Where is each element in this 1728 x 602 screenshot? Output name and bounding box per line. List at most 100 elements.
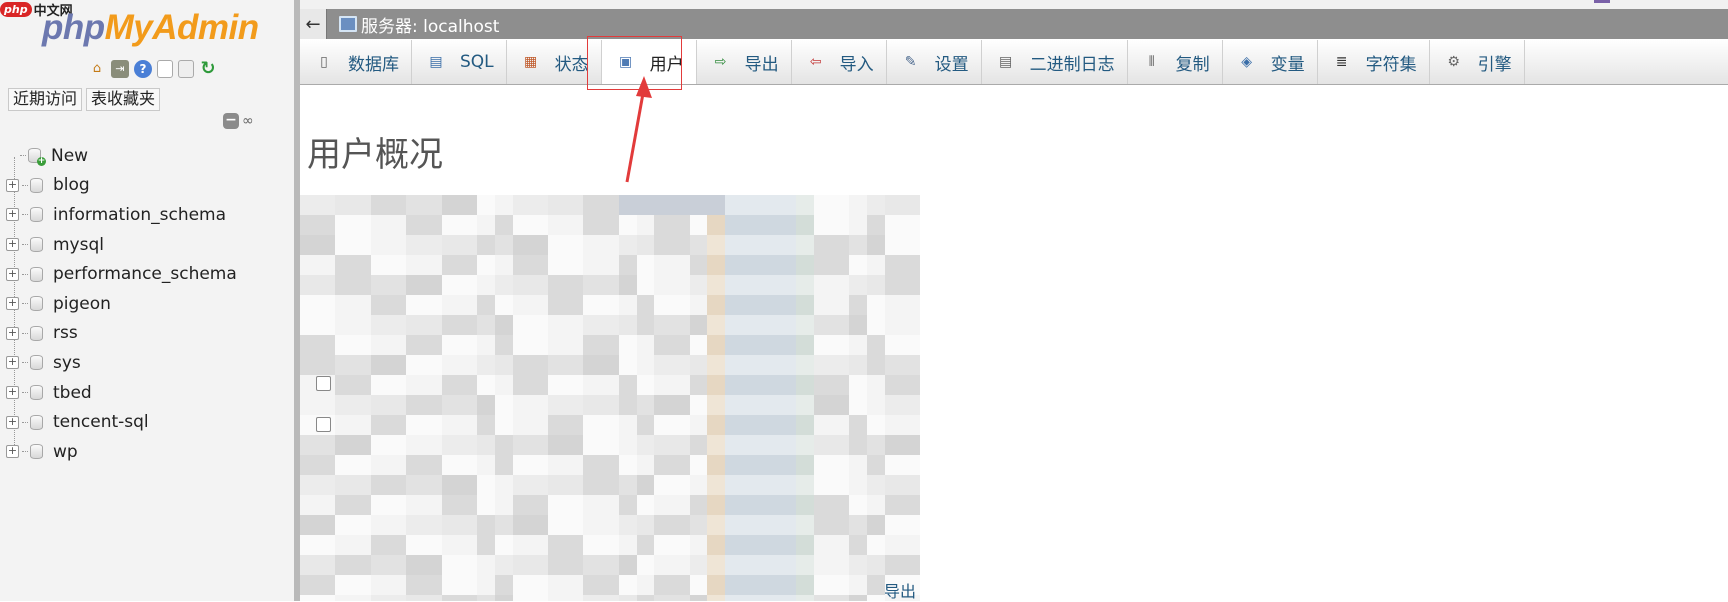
tree-item-performance-schema[interactable]: + performance_schema — [6, 259, 292, 289]
tree-item-sys[interactable]: + sys — [6, 348, 292, 378]
redacted-cell — [547, 435, 584, 455]
expand-icon[interactable]: + — [6, 297, 19, 311]
redacted-cell — [636, 195, 655, 215]
help-icon[interactable]: ? — [134, 60, 152, 78]
expand-icon[interactable]: + — [6, 415, 19, 429]
tab-status[interactable]: ▦ 状态 — [507, 40, 602, 84]
tab-databases[interactable]: ▯ 数据库 — [300, 40, 412, 84]
watermark-brand: php — [0, 1, 32, 17]
redacted-cell — [335, 315, 371, 335]
home-icon[interactable]: ⌂ — [88, 60, 106, 78]
database-icon — [30, 177, 43, 193]
tab-binlog[interactable]: ▤ 二进制日志 — [982, 40, 1128, 84]
tree-item-label[interactable]: tencent-sql — [53, 412, 149, 432]
redacted-cell — [477, 315, 495, 335]
users-icon: ▣ — [619, 54, 633, 70]
export-link-partial[interactable]: 导出 — [884, 578, 916, 602]
server-icon — [339, 16, 357, 32]
expand-icon[interactable]: + — [6, 267, 19, 281]
tab-charset[interactable]: ≣ 字符集 — [1318, 40, 1430, 84]
collapse-all-icon[interactable]: − — [223, 113, 239, 129]
tree-item-wp[interactable]: + wp — [6, 437, 292, 467]
tab-variables[interactable]: ◈ 变量 — [1223, 40, 1318, 84]
redacted-cell — [760, 415, 779, 435]
redacted-cell — [725, 215, 761, 235]
tree-item-tencent-sql[interactable]: + tencent-sql — [6, 407, 292, 437]
expand-icon[interactable]: + — [6, 445, 19, 459]
tab-import[interactable]: ⇦ 导入 — [792, 40, 887, 84]
redacted-cell — [494, 515, 513, 535]
favorite-tables-button[interactable]: 表收藏夹 — [86, 88, 161, 111]
redacted-cell — [884, 335, 920, 355]
tab-replication[interactable]: ⫴ 复制 — [1128, 40, 1223, 84]
docs-icon[interactable] — [157, 60, 173, 78]
tree-item-tbed[interactable]: + tbed — [6, 378, 292, 408]
redacted-cell — [406, 495, 442, 515]
redacted-cell — [441, 355, 478, 375]
phpmyadmin-logo[interactable]: phpMyAdmin — [42, 8, 259, 48]
expand-icon[interactable]: + — [6, 326, 19, 340]
tree-item-mysql[interactable]: + mysql — [6, 230, 292, 260]
redacted-cell — [512, 215, 548, 235]
redacted-cell — [795, 435, 814, 455]
redacted-cell — [335, 575, 371, 595]
tree-item-label[interactable]: rss — [53, 323, 78, 343]
row-checkbox[interactable] — [316, 417, 331, 432]
redacted-cell — [406, 415, 442, 435]
expand-icon[interactable]: + — [6, 356, 19, 370]
tree-item-information-schema[interactable]: + information_schema — [6, 200, 292, 230]
tab-sql[interactable]: ▤ SQL — [412, 40, 507, 84]
tab-settings[interactable]: ✎ 设置 — [887, 40, 982, 84]
redacted-cell — [725, 575, 761, 595]
expand-icon[interactable]: + — [6, 208, 19, 222]
expand-icon[interactable]: + — [6, 386, 19, 400]
redacted-cell — [884, 475, 920, 495]
tree-item-label[interactable]: wp — [53, 442, 78, 462]
redacted-cell — [406, 515, 442, 535]
redacted-cell — [477, 275, 495, 295]
expand-icon[interactable]: + — [6, 238, 19, 252]
exit-icon[interactable]: ⇥ — [111, 60, 129, 78]
redacted-cell — [707, 455, 726, 475]
tree-item-rss[interactable]: + rss — [6, 319, 292, 349]
tab-export[interactable]: ⇨ 导出 — [697, 40, 792, 84]
tree-item-label[interactable]: blog — [53, 175, 90, 195]
redacted-cell — [866, 495, 885, 515]
tree-item-label[interactable]: sys — [53, 353, 81, 373]
redacted-cell — [866, 215, 885, 235]
redacted-cell — [335, 435, 371, 455]
redacted-cell — [654, 435, 690, 455]
tree-item-new[interactable]: New — [6, 141, 292, 171]
tree-item-label[interactable]: tbed — [53, 383, 92, 403]
redacted-cell — [441, 375, 478, 395]
redacted-cell — [547, 215, 584, 235]
redacted-cell — [778, 575, 796, 595]
expand-icon[interactable]: + — [6, 178, 19, 192]
redacted-cell — [636, 455, 655, 475]
tree-item-blog[interactable]: + blog — [6, 171, 292, 201]
redacted-cell — [760, 455, 779, 475]
redacted-cell — [725, 455, 761, 475]
redacted-cell — [725, 335, 761, 355]
link-with-main-icon[interactable]: ∞ — [242, 113, 254, 129]
redacted-cell — [778, 295, 796, 315]
tree-item-pigeon[interactable]: + pigeon — [6, 289, 292, 319]
redacted-cell — [795, 335, 814, 355]
tree-item-label[interactable]: mysql — [53, 235, 104, 255]
reload-icon[interactable]: ↻ — [199, 60, 217, 78]
row-checkbox[interactable] — [316, 376, 331, 391]
tab-engines[interactable]: ⚙ 引擎 — [1430, 40, 1525, 84]
back-arrow-icon[interactable]: ← — [300, 9, 327, 39]
tree-item-label[interactable]: pigeon — [53, 294, 111, 314]
breadcrumb-server[interactable]: 服务器: localhost — [361, 12, 499, 37]
redacted-cell — [866, 235, 885, 255]
recent-tables-button[interactable]: 近期访问 — [8, 88, 83, 111]
tree-item-label[interactable]: information_schema — [53, 205, 226, 225]
tree-item-label[interactable]: performance_schema — [53, 264, 237, 284]
redacted-cell — [725, 395, 761, 415]
tree-item-label[interactable]: New — [51, 146, 88, 166]
redacted-cell — [441, 235, 478, 255]
docs-alt-icon[interactable] — [178, 60, 194, 78]
redacted-cell — [583, 255, 619, 275]
tree-connector — [22, 392, 28, 394]
